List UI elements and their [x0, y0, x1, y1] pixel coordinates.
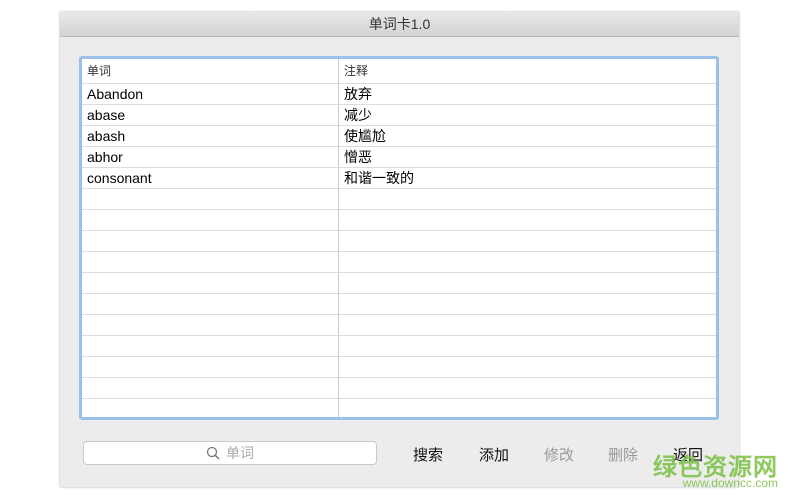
- column-header-word[interactable]: 单词: [82, 59, 339, 83]
- search-button[interactable]: 搜索: [413, 444, 443, 465]
- note-cell: [339, 273, 716, 293]
- note-cell: [339, 336, 716, 356]
- table-row[interactable]: [82, 357, 716, 378]
- table-row[interactable]: abash 使尴尬: [82, 126, 716, 147]
- edit-button[interactable]: 修改: [544, 444, 574, 465]
- note-cell: [339, 252, 716, 272]
- note-cell: [339, 399, 716, 417]
- app-window: 单词卡1.0 单词 注释 Abandon 放弃 abase 减少 abash 使尴尬 abh…: [60, 12, 739, 487]
- word-cell: consonant: [82, 168, 339, 188]
- delete-button[interactable]: 删除: [608, 444, 638, 465]
- word-cell: [82, 210, 339, 230]
- word-cell: Abandon: [82, 84, 339, 104]
- note-cell: 放弃: [344, 86, 372, 102]
- note-cell: 和谐一致的: [344, 170, 414, 186]
- table-row[interactable]: [82, 252, 716, 273]
- search-icon: [206, 446, 220, 460]
- word-cell: [82, 189, 339, 209]
- note-cell: 使尴尬: [344, 128, 386, 144]
- title-bar: 单词卡1.0: [60, 12, 739, 37]
- note-cell: [339, 210, 716, 230]
- note-cell: [339, 357, 716, 377]
- word-table[interactable]: 单词 注释 Abandon 放弃 abase 减少 abash 使尴尬 abhor 憎恶 con…: [79, 56, 719, 420]
- table-row[interactable]: [82, 336, 716, 357]
- search-placeholder: 单词: [226, 445, 254, 461]
- table-row[interactable]: [82, 231, 716, 252]
- word-cell: abash: [82, 126, 339, 146]
- word-cell: [82, 315, 339, 335]
- word-cell: abhor: [82, 147, 339, 167]
- note-cell: [339, 378, 716, 398]
- note-cell: [339, 231, 716, 251]
- note-cell: 憎恶: [344, 149, 372, 165]
- table-row[interactable]: consonant 和谐一致的: [82, 168, 716, 189]
- note-cell: 减少: [344, 107, 372, 123]
- word-cell: [82, 399, 339, 417]
- note-cell: [339, 315, 716, 335]
- word-cell: [82, 378, 339, 398]
- word-cell: [82, 357, 339, 377]
- word-cell: [82, 294, 339, 314]
- table-row[interactable]: [82, 315, 716, 336]
- window-title: 单词卡1.0: [368, 16, 431, 32]
- table-row[interactable]: [82, 294, 716, 315]
- note-cell: [339, 294, 716, 314]
- search-input[interactable]: 单词: [83, 441, 377, 465]
- table-row[interactable]: abhor 憎恶: [82, 147, 716, 168]
- table-row[interactable]: abase 减少: [82, 105, 716, 126]
- word-cell: [82, 336, 339, 356]
- table-row[interactable]: [82, 399, 716, 417]
- word-cell: [82, 252, 339, 272]
- table-row[interactable]: [82, 378, 716, 399]
- column-header-note[interactable]: 注释: [339, 59, 716, 83]
- table-row[interactable]: [82, 189, 716, 210]
- table-header: 单词 注释: [82, 59, 716, 84]
- word-cell: [82, 273, 339, 293]
- table-row[interactable]: [82, 210, 716, 231]
- table-row[interactable]: Abandon 放弃: [82, 84, 716, 105]
- table-row[interactable]: [82, 273, 716, 294]
- word-cell: [82, 231, 339, 251]
- note-cell: [339, 189, 716, 209]
- add-button[interactable]: 添加: [479, 444, 509, 465]
- watermark-url: www.downcc.com: [682, 476, 778, 490]
- word-cell: abase: [82, 105, 339, 125]
